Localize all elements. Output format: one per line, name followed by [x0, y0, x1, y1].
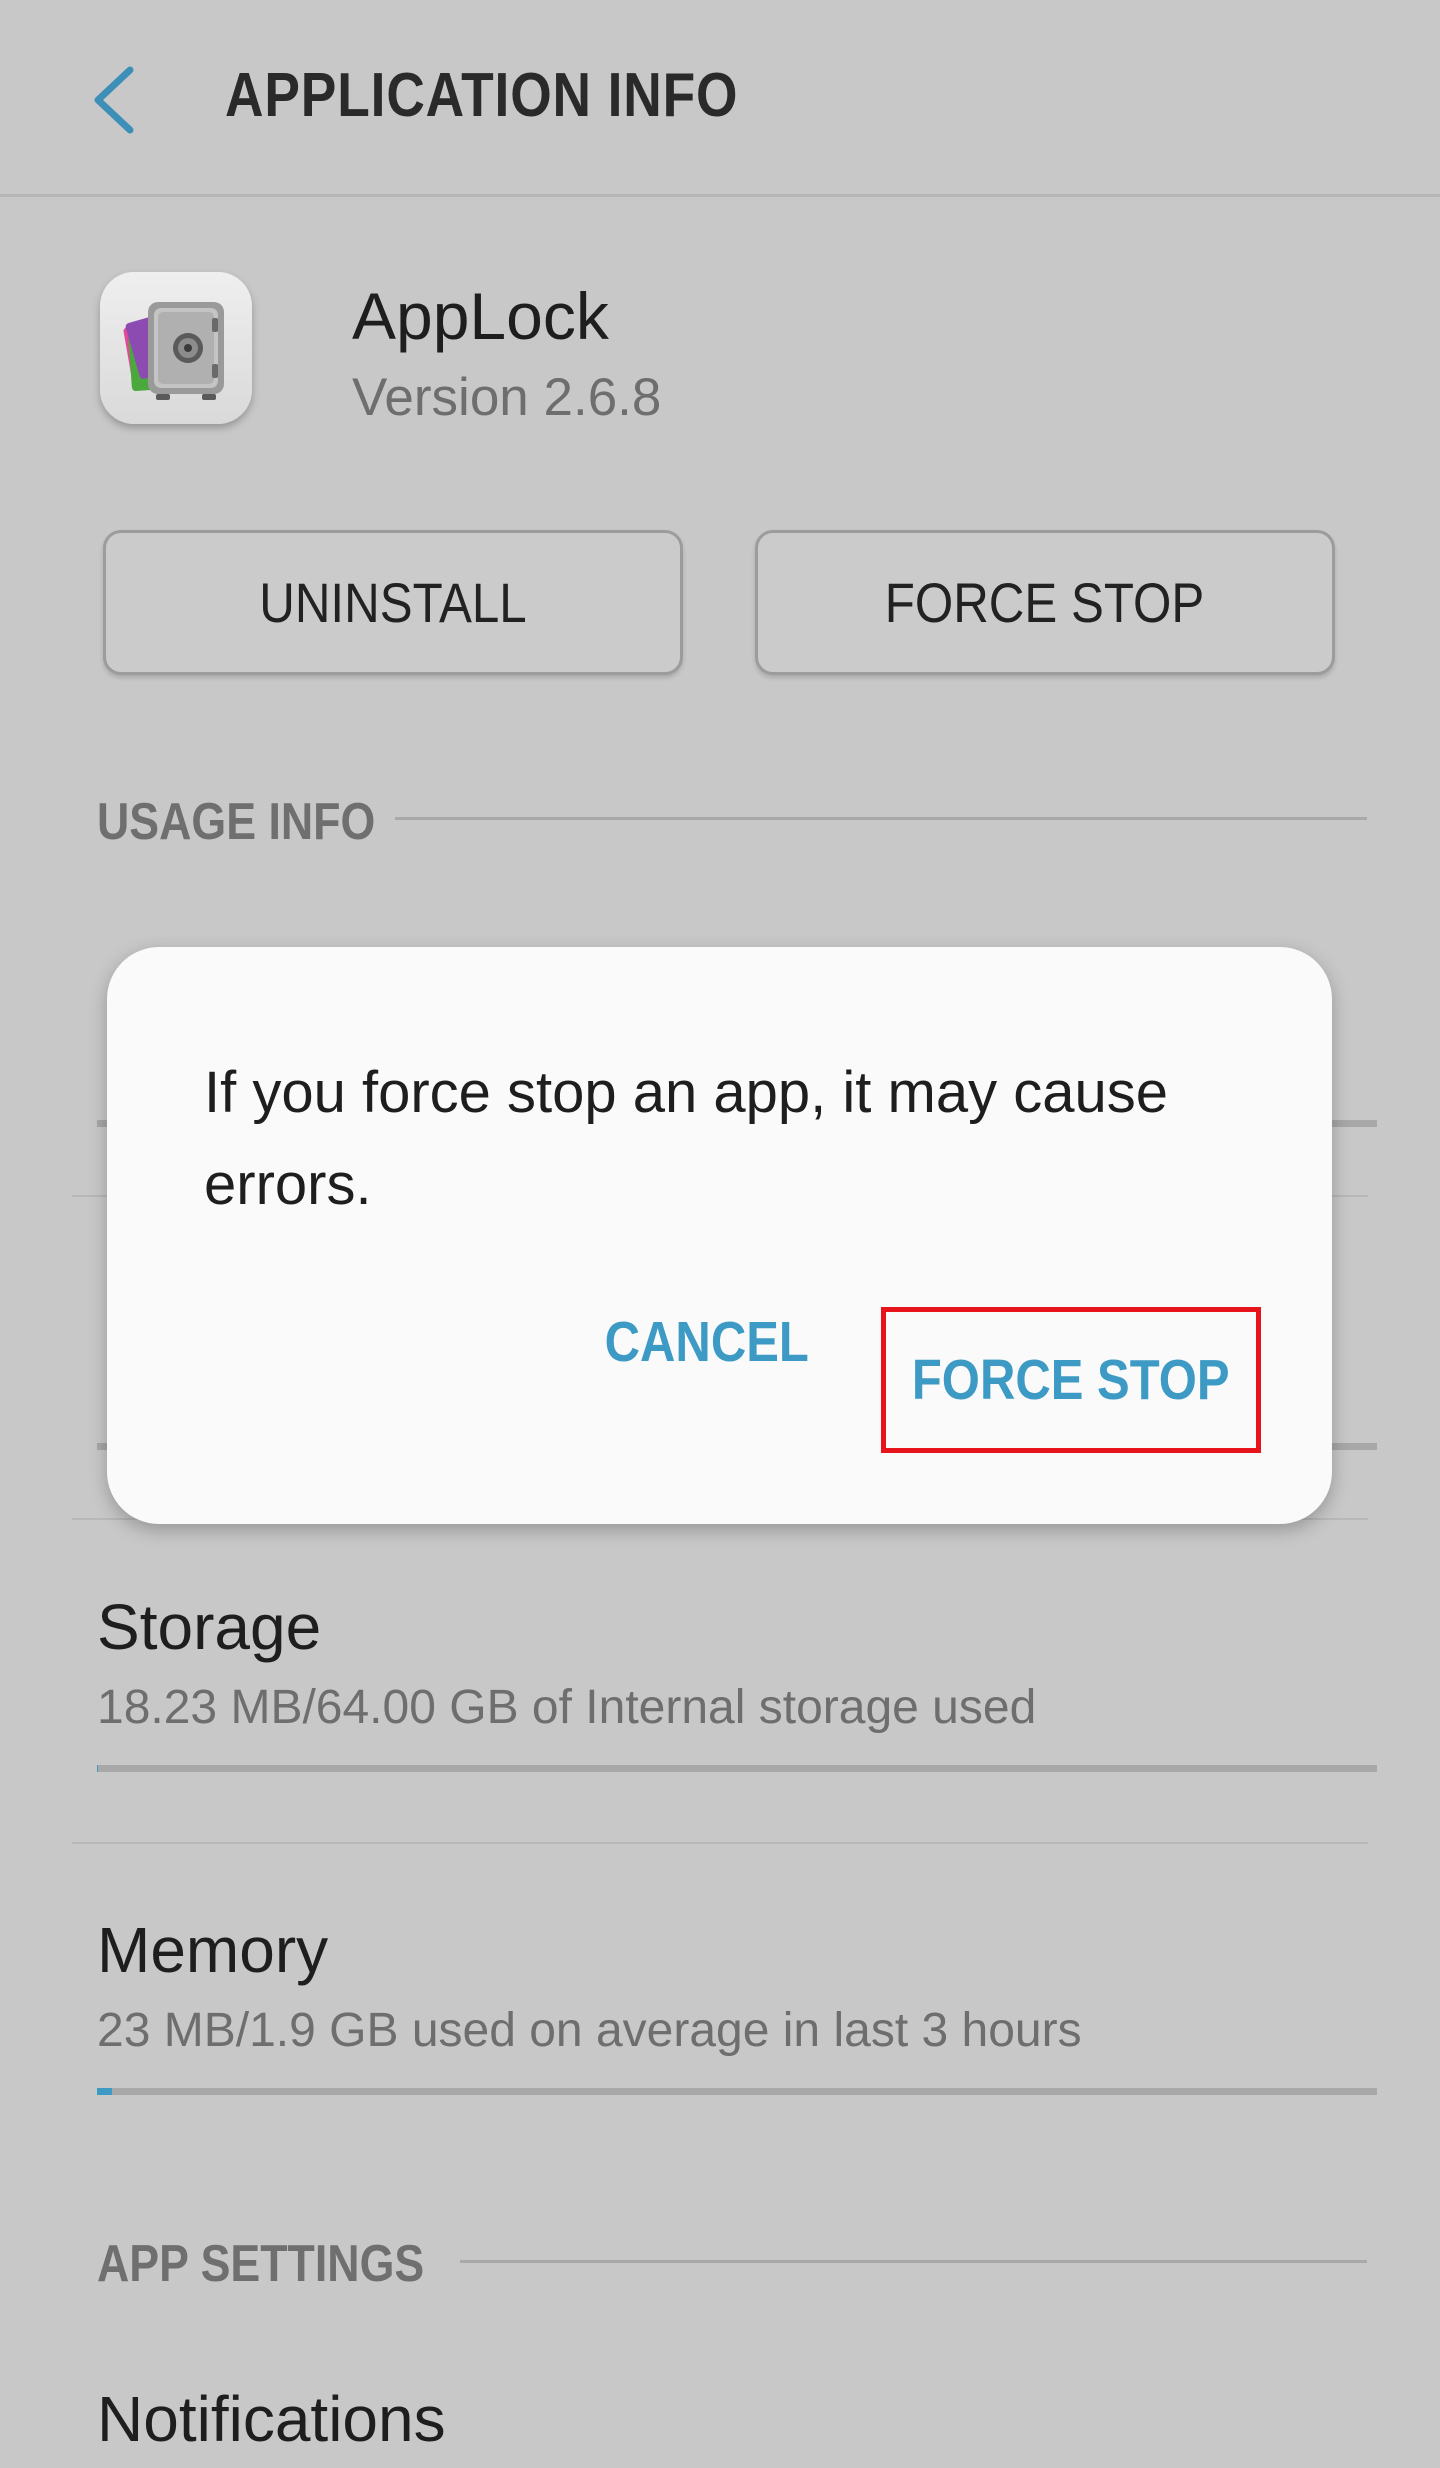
usage-info-label: USAGE INFO: [97, 793, 376, 851]
dialog-force-stop-button[interactable]: FORCE STOP: [881, 1307, 1261, 1453]
app-bar: APPLICATION INFO: [0, 0, 1440, 197]
dialog-message: If you force stop an app, it may cause e…: [204, 1060, 1168, 1217]
app-version: Version 2.6.8: [352, 368, 662, 427]
row-divider: [72, 1842, 1368, 1844]
dialog-cancel-button[interactable]: CANCEL: [577, 1287, 837, 1397]
force-stop-button-label: FORCE STOP: [885, 571, 1205, 634]
app-settings-divider-line: [460, 2260, 1367, 2263]
page-title: APPLICATION INFO: [225, 61, 739, 130]
force-stop-button[interactable]: FORCE STOP: [755, 530, 1335, 675]
dialog-force-stop-label: FORCE STOP: [912, 1348, 1230, 1412]
applock-safe-icon: [100, 272, 252, 424]
notifications-row[interactable]: [0, 2355, 1440, 2468]
app-settings-label: APP SETTINGS: [97, 2235, 425, 2293]
application-info-screen: APPLICATION INFO AppLock Version 2.6.8 U…: [0, 0, 1440, 2468]
memory-row[interactable]: [0, 1885, 1440, 2125]
storage-row[interactable]: [0, 1560, 1440, 1840]
dialog-cancel-label: CANCEL: [604, 1310, 810, 1374]
usage-info-section-header: USAGE INFO: [97, 792, 421, 852]
uninstall-button-label: UNINSTALL: [259, 571, 527, 634]
force-stop-dialog: If you force stop an app, it may cause e…: [107, 947, 1332, 1524]
back-button[interactable]: [70, 55, 160, 145]
app-name: AppLock: [352, 279, 609, 353]
back-arrow-icon: [94, 66, 134, 134]
uninstall-button[interactable]: UNINSTALL: [103, 530, 683, 675]
usage-info-divider-line: [395, 817, 1367, 820]
app-settings-section-header: APP SETTINGS: [97, 2234, 477, 2294]
